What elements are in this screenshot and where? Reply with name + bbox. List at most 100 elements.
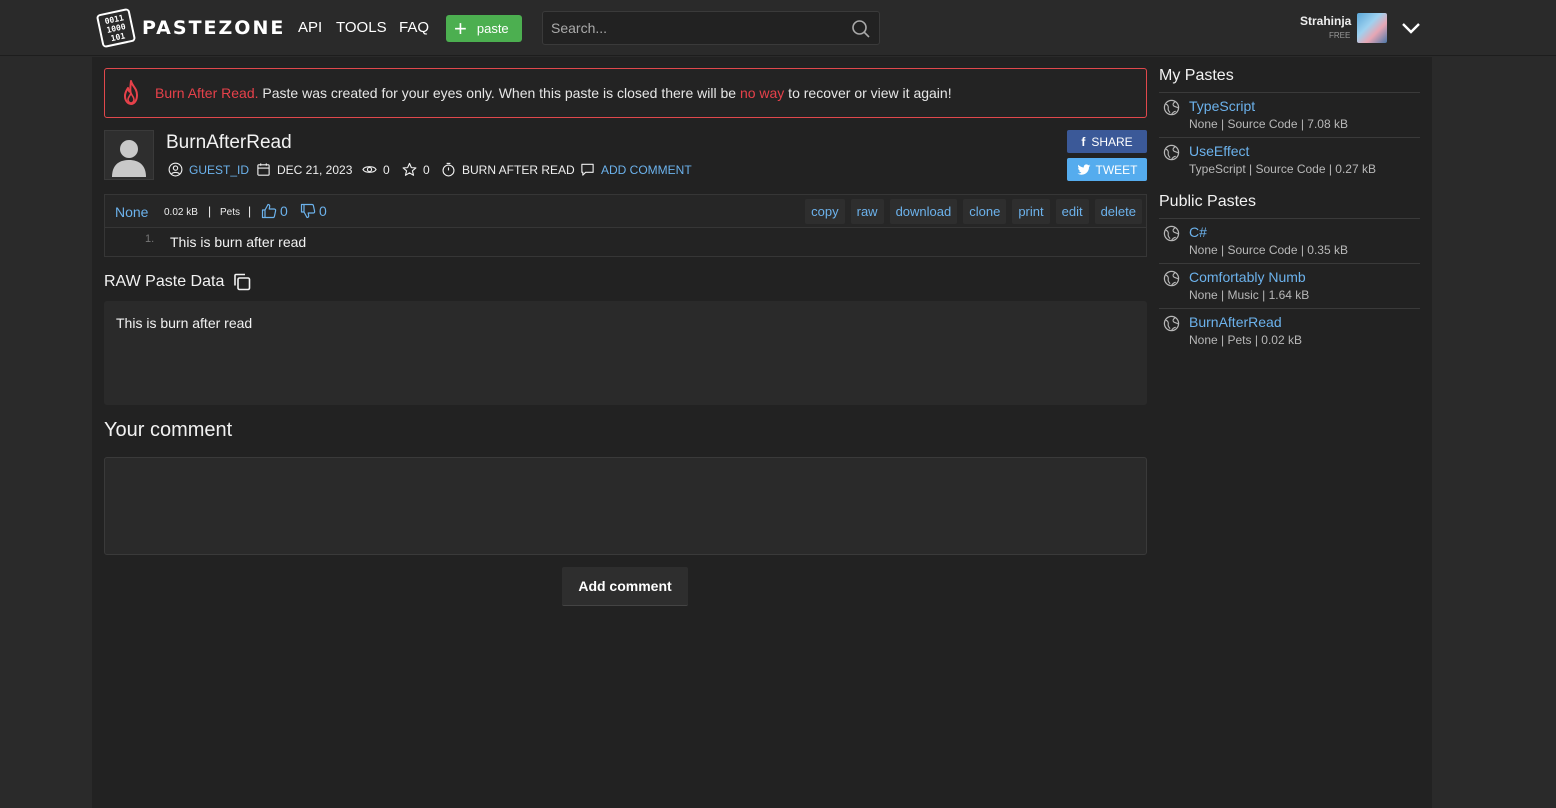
paste-link[interactable]: UseEffect: [1189, 143, 1249, 159]
download-button[interactable]: download: [889, 199, 958, 224]
dislikes-count: 0: [319, 203, 327, 219]
plus-icon: +: [454, 15, 467, 41]
paste-link[interactable]: TypeScript: [1189, 98, 1255, 114]
comment-heading: Your comment: [104, 419, 233, 441]
public-paste-item[interactable]: BurnAfterRead None | Pets | 0.02 kB: [1159, 308, 1420, 353]
clone-button[interactable]: clone: [963, 199, 1007, 224]
raw-paste-textarea[interactable]: This is burn after read: [104, 301, 1147, 405]
paste-stars[interactable]: 0: [402, 162, 430, 177]
globe-icon: [1163, 315, 1180, 332]
author-name: GUEST_ID: [189, 162, 250, 177]
paste-meta: TypeScript | Source Code | 0.27 kB: [1189, 162, 1376, 176]
top-bar: 0011 1000 101 PASTEZONE API TOOLS FAQ + …: [0, 0, 1556, 56]
alert-title: Burn After Read.: [155, 85, 259, 101]
stopwatch-icon: [442, 162, 455, 177]
add-comment-label: ADD COMMENT: [601, 162, 692, 177]
public-pastes-heading: Public Pastes: [1159, 193, 1256, 210]
alert-body: Paste was created for your eyes only. Wh…: [258, 85, 740, 101]
add-comment-link[interactable]: ADD COMMENT: [580, 162, 692, 177]
like-button[interactable]: 0: [261, 203, 288, 219]
search-input[interactable]: [551, 20, 841, 36]
new-paste-button[interactable]: + paste: [446, 15, 522, 42]
edit-button[interactable]: edit: [1055, 199, 1089, 224]
globe-icon: [1163, 144, 1180, 161]
globe-icon: [1163, 270, 1180, 287]
user-circle-icon: [168, 162, 183, 177]
nav-api[interactable]: API: [298, 19, 322, 36]
copy-icon[interactable]: [232, 272, 252, 292]
burn-after-read-alert: Burn After Read. Paste was created for y…: [104, 68, 1147, 118]
print-button[interactable]: print: [1012, 199, 1050, 224]
paste-date: DEC 21, 2023: [256, 162, 352, 177]
globe-icon: [1163, 99, 1180, 116]
search-icon[interactable]: [851, 19, 871, 39]
logo-icon: 0011 1000 101: [96, 8, 136, 48]
dislike-button[interactable]: 0: [300, 203, 327, 219]
paste-code-box: None 0.02 kB | Pets | 0 0 copy raw downl…: [104, 194, 1147, 257]
syntax-link[interactable]: None: [115, 204, 148, 220]
alert-body-end: to recover or view it again!: [784, 85, 952, 101]
add-comment-button[interactable]: Add comment: [562, 567, 688, 606]
paste-meta: None | Music | 1.64 kB: [1189, 288, 1310, 302]
paste-expiry: BURN AFTER READ: [441, 162, 575, 177]
facebook-icon: f: [1081, 134, 1086, 149]
paste-meta: None | Source Code | 0.35 kB: [1189, 243, 1348, 257]
user-name[interactable]: Strahinja: [1300, 14, 1351, 28]
paste-link[interactable]: BurnAfterRead: [1189, 314, 1282, 330]
public-paste-item[interactable]: Comfortably Numb None | Music | 1.64 kB: [1159, 263, 1420, 308]
stars-count: 0: [423, 162, 430, 177]
comment-textarea[interactable]: [104, 457, 1147, 555]
alert-highlight: no way: [739, 85, 785, 101]
date-value: DEC 21, 2023: [277, 162, 353, 177]
thumbs-up-icon: [261, 203, 277, 219]
star-icon: [402, 162, 417, 176]
paste-toolbar: None 0.02 kB | Pets | 0 0 copy raw downl…: [105, 195, 1146, 228]
my-pastes-heading: My Pastes: [1159, 67, 1234, 84]
nav-faq[interactable]: FAQ: [399, 19, 429, 36]
share-label: SHARE: [1091, 134, 1133, 149]
user-avatar[interactable]: [1357, 13, 1387, 43]
separator: |: [208, 204, 212, 218]
site-logo[interactable]: 0011 1000 101 PASTEZONE: [96, 8, 285, 48]
comment-icon: [581, 163, 594, 176]
public-paste-item[interactable]: C# None | Source Code | 0.35 kB: [1159, 218, 1420, 263]
default-user-icon: [112, 140, 146, 177]
tweet-label: TWEET: [1095, 162, 1138, 177]
raw-title: RAW Paste Data: [104, 273, 225, 290]
views-count: 0: [383, 162, 390, 177]
twitter-tweet-button[interactable]: TWEET: [1067, 158, 1147, 181]
paste-actions: copy raw download clone print edit delet…: [805, 199, 1142, 224]
separator: |: [248, 204, 252, 218]
thumbs-down-icon: [300, 203, 316, 219]
paste-meta: None | Source Code | 7.08 kB: [1189, 117, 1348, 131]
my-paste-item[interactable]: UseEffect TypeScript | Source Code | 0.2…: [1159, 137, 1420, 182]
copy-button[interactable]: copy: [805, 199, 845, 224]
my-paste-item[interactable]: TypeScript None | Source Code | 7.08 kB: [1159, 92, 1420, 137]
paste-category: Pets: [220, 207, 241, 218]
code-line: This is burn after read: [170, 234, 307, 250]
author-avatar[interactable]: [104, 130, 154, 180]
logo-mark-line: 101: [110, 31, 126, 43]
alert-text: Burn After Read. Paste was created for y…: [155, 85, 952, 101]
user-plan: FREE: [1329, 31, 1351, 40]
facebook-share-button[interactable]: f SHARE: [1067, 130, 1147, 153]
paste-link[interactable]: Comfortably Numb: [1189, 269, 1306, 285]
globe-icon: [1163, 225, 1180, 242]
paste-author[interactable]: GUEST_ID: [168, 162, 249, 177]
raw-data-heading: RAW Paste Data: [104, 272, 252, 292]
delete-button[interactable]: delete: [1094, 199, 1142, 224]
paste-title: BurnAfterRead: [166, 132, 292, 153]
raw-button[interactable]: raw: [850, 199, 884, 224]
calendar-icon: [257, 163, 270, 176]
search-box: [542, 11, 880, 45]
expiry-value: BURN AFTER READ: [462, 162, 575, 177]
eye-icon: [362, 166, 377, 173]
chevron-down-icon[interactable]: [1400, 18, 1422, 38]
twitter-bird-icon: [1077, 163, 1090, 175]
paste-link[interactable]: C#: [1189, 224, 1207, 240]
paste-meta: None | Pets | 0.02 kB: [1189, 333, 1302, 347]
paste-size: 0.02 kB: [164, 207, 198, 218]
line-number: 1.: [145, 233, 155, 245]
likes-count: 0: [280, 203, 288, 219]
nav-tools[interactable]: TOOLS: [336, 19, 387, 36]
